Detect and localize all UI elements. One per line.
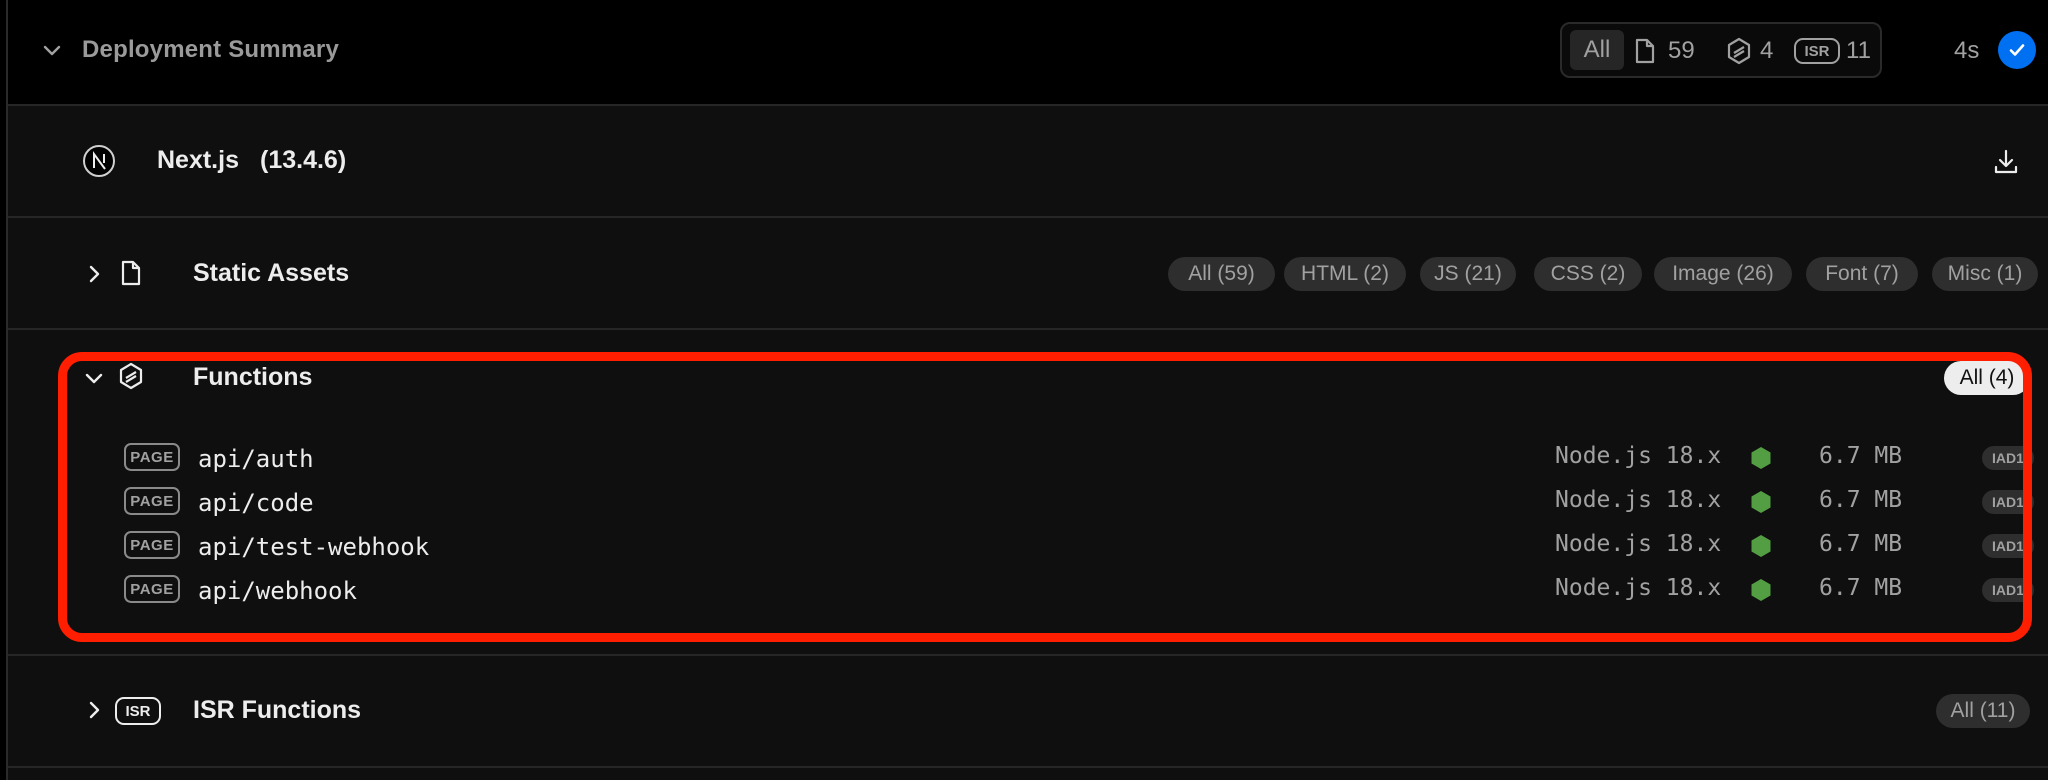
check-icon [1998,31,2036,69]
file-icon [120,260,142,286]
filter-misc-pill[interactable]: Misc (1) [1932,257,2038,291]
function-hexagon-icon [118,362,144,390]
function-runtime: Node.js 18.x [1555,575,1722,601]
function-runtime: Node.js 18.x [1555,443,1722,469]
filter-font-pill[interactable]: Font (7) [1806,257,1918,291]
function-route[interactable]: api/test-webhook [198,533,429,561]
nodejs-hexagon-icon [1750,446,1772,470]
build-duration: 4s [1954,37,1980,64]
summary-title: Deployment Summary [82,36,340,63]
filter-css-pill[interactable]: CSS (2) [1534,257,1642,291]
chevron-down-icon[interactable] [40,38,64,62]
static-assets-row[interactable]: Static Assets All (59) HTML (2) JS (21) … [8,218,2048,330]
nodejs-hexagon-icon [1750,534,1772,558]
framework-row: Next.js (13.4.6) [8,106,2048,218]
function-hexagon-icon [1726,37,1752,65]
function-runtime: Node.js 18.x [1555,531,1722,557]
chevron-down-icon[interactable] [82,366,106,390]
static-count: 59 [1668,37,1695,64]
nextjs-logo-icon [82,144,116,178]
filter-image-pill[interactable]: Image (26) [1654,257,1792,291]
isr-count: 11 [1846,37,1871,64]
functions-title: Functions [193,363,313,391]
download-icon[interactable] [1992,148,2020,176]
chevron-right-icon[interactable] [84,262,104,286]
region-badge: IAD1 [1982,446,2034,470]
file-icon [1634,38,1656,64]
chevron-right-icon[interactable] [84,698,104,722]
page-tag: PAGE [124,575,180,603]
resource-counter-group: All 59 4 ISR 11 [1560,22,1882,78]
summary-header[interactable]: Deployment Summary All 59 4 ISR 11 4s [8,0,2048,106]
function-size: 6.7 MB [1819,531,1903,557]
page-tag: PAGE [124,443,180,471]
function-size: 6.7 MB [1819,443,1903,469]
region-badge: IAD1 [1982,578,2034,602]
function-size: 6.7 MB [1819,575,1903,601]
framework-version: (13.4.6) [260,146,347,174]
region-badge: IAD1 [1982,534,2034,558]
nodejs-hexagon-icon [1750,578,1772,602]
nodejs-hexagon-icon [1750,490,1772,514]
isr-filter-all-pill[interactable]: All (11) [1936,694,2030,728]
filter-html-pill[interactable]: HTML (2) [1284,257,1406,291]
filter-js-pill[interactable]: JS (21) [1420,257,1516,291]
region-badge: IAD1 [1982,490,2034,514]
functions-filter-all-pill[interactable]: All (4) [1944,361,2030,395]
isr-functions-title: ISR Functions [193,696,362,724]
function-runtime: Node.js 18.x [1555,487,1722,513]
function-size: 6.7 MB [1819,487,1903,513]
function-route[interactable]: api/auth [198,445,314,473]
isr-functions-row[interactable]: ISR ISR Functions All (11) [8,656,2048,768]
deployment-summary-panel: Deployment Summary All 59 4 ISR 11 4s Ne… [0,0,2048,780]
page-tag: PAGE [124,531,180,559]
isr-badge: ISR [1794,38,1840,64]
functions-count: 4 [1760,37,1774,64]
functions-section: Functions All (4) PAGE api/auth Node.js … [8,330,2048,656]
counter-all-button[interactable]: All [1570,30,1624,70]
page-tag: PAGE [124,487,180,515]
static-assets-title: Static Assets [193,259,350,287]
next-section-edge [8,768,2048,780]
isr-badge: ISR [115,697,161,725]
framework-name: Next.js [157,146,239,174]
function-route[interactable]: api/webhook [198,577,357,605]
filter-all-pill[interactable]: All (59) [1168,257,1275,291]
function-route[interactable]: api/code [198,489,314,517]
